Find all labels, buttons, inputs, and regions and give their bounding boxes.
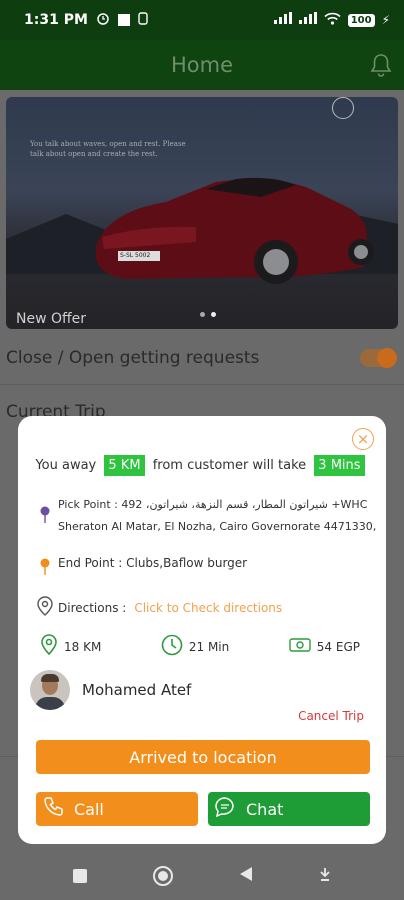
clock-icon — [161, 634, 183, 659]
directions-icon — [36, 596, 54, 619]
charging-icon: ⚡ — [381, 13, 390, 27]
pickup-label: Pick Point : — [58, 498, 118, 511]
bell-icon[interactable] — [370, 53, 392, 81]
requests-toggle-label: Close / Open getting requests — [6, 348, 260, 368]
dropoff-address: End Point : Clubs,Baflow burger — [58, 556, 247, 570]
distance-badge: 5 KM — [104, 455, 145, 476]
offer-banner[interactable]: You talk about waves, open and rest. Ple… — [6, 97, 398, 329]
arrived-button-label: Arrived to location — [129, 747, 277, 767]
pickup-address: Pick Point : 492 ،شيراتون المطار، قسم ال… — [58, 494, 378, 538]
keyboard-hide-icon[interactable] — [319, 867, 331, 886]
pickup-pin-icon — [40, 506, 50, 528]
page-title: Home — [170, 53, 233, 77]
status-bar: 1:31 PM 100 ⚡ — [0, 0, 404, 40]
signal-icon-2 — [298, 12, 317, 28]
signal-icon — [273, 12, 292, 28]
recents-button[interactable] — [73, 869, 87, 883]
phone-icon — [42, 796, 64, 822]
pickup-line-2: Sheraton Al Matar, El Nozha, Cairo Gover… — [58, 520, 377, 533]
summary-prefix: You away — [35, 458, 97, 473]
chat-icon — [214, 796, 236, 822]
avatar — [30, 670, 70, 710]
divider — [0, 384, 404, 385]
arrived-button[interactable]: Arrived to location — [36, 740, 370, 774]
chat-button[interactable]: Chat — [208, 792, 370, 826]
location-icon — [40, 634, 58, 659]
call-button-label: Call — [74, 799, 104, 819]
dropoff-label: End Point : — [58, 556, 123, 570]
call-button[interactable]: Call — [36, 792, 198, 826]
close-icon[interactable]: × — [352, 428, 374, 450]
duration-stat: 21 Min — [161, 634, 229, 659]
requests-toggle-row: Close / Open getting requests — [6, 340, 398, 376]
pickup-line-1: 492 ،شيراتون المطار، قسم النزهة، شيراتون… — [121, 498, 368, 511]
alarm-icon — [96, 11, 110, 29]
license-plate: S-SL 5002 — [120, 252, 151, 259]
directions-link[interactable]: Click to Check directions — [134, 601, 282, 615]
system-nav-bar — [0, 852, 404, 900]
dropoff-pin-icon — [40, 558, 50, 580]
cash-icon — [289, 638, 311, 655]
back-button[interactable] — [239, 866, 253, 886]
home-button[interactable] — [153, 866, 173, 886]
directions-row: Directions : Click to Check directions — [36, 596, 282, 619]
wifi-icon — [324, 12, 341, 29]
status-time: 1:31 PM — [24, 12, 88, 28]
driver-name: Mohamed Atef — [82, 681, 192, 699]
offer-label: New Offer — [16, 311, 87, 327]
sim-icon — [138, 11, 148, 29]
carousel-dots[interactable] — [200, 312, 216, 317]
chat-button-label: Chat — [246, 799, 284, 819]
requests-toggle[interactable] — [360, 348, 397, 368]
car-image — [96, 177, 374, 284]
summary-mid: from customer will take — [152, 458, 307, 473]
notification-icon — [117, 14, 130, 26]
driver-info: Mohamed Atef — [30, 670, 191, 710]
distance-stat: 18 KM — [40, 634, 101, 659]
app-bar: Home — [0, 40, 404, 90]
trip-summary: You away 5 KM from customer will take 3 … — [18, 455, 386, 476]
fare-stat: 54 EGP — [289, 634, 360, 659]
distance-value: 18 KM — [64, 639, 102, 654]
duration-value: 21 Min — [188, 639, 230, 654]
battery-indicator: 100 — [347, 13, 375, 27]
trip-dialog: × You away 5 KM from customer will take … — [18, 416, 386, 844]
cancel-trip-button[interactable]: Cancel Trip — [298, 709, 364, 723]
directions-label: Directions : — [58, 600, 127, 615]
time-badge: 3 Mins — [314, 455, 365, 476]
dropoff-value: Clubs,Baflow burger — [126, 556, 248, 570]
trip-stats: 18 KM 21 Min 54 EGP — [40, 634, 360, 659]
fare-value: 54 EGP — [316, 639, 360, 654]
